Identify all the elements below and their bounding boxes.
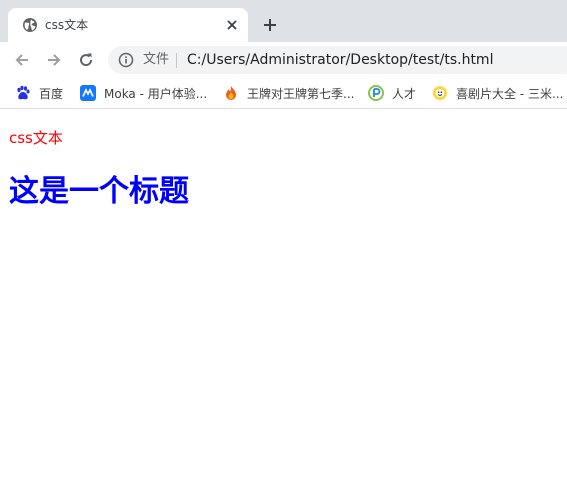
address-bar[interactable]: 文件 C:/Users/Administrator/Desktop/test/t… xyxy=(108,46,567,74)
page-viewport: css文本 这是一个标题 xyxy=(0,109,567,486)
tab-strip: css文本 xyxy=(0,0,567,42)
page-heading: 这是一个标题 xyxy=(9,174,189,209)
bookmark-baidu[interactable]: 百度 xyxy=(15,84,63,102)
url-text[interactable]: C:/Users/Administrator/Desktop/test/ts.h… xyxy=(187,52,493,68)
browser-tab[interactable]: css文本 xyxy=(8,8,248,42)
back-arrow-icon[interactable] xyxy=(13,51,31,69)
info-icon[interactable] xyxy=(118,52,134,68)
bookmark-comedy[interactable]: 喜剧片大全 - 三米... xyxy=(432,84,563,102)
globe-icon xyxy=(23,18,37,32)
file-scheme-label: 文件 xyxy=(143,52,170,67)
new-tab-plus-icon[interactable] xyxy=(262,17,278,33)
bookmark-wangpai[interactable]: 王牌对王牌第七季... xyxy=(223,84,354,102)
bookmark-label: 王牌对王牌第七季... xyxy=(247,86,355,101)
url-separator xyxy=(176,53,177,68)
bookmark-rencai[interactable]: 人才 xyxy=(368,84,416,102)
bookmark-label: 人才 xyxy=(392,86,417,101)
smiley-icon xyxy=(433,86,447,100)
bookmark-moka[interactable]: Moka - 用户体验... xyxy=(80,84,207,102)
bookmark-label: Moka - 用户体验... xyxy=(104,86,208,101)
baidu-paw-icon xyxy=(17,85,30,100)
reload-icon[interactable] xyxy=(77,51,95,69)
forward-arrow-icon[interactable] xyxy=(45,51,63,69)
tab-title: css文本 xyxy=(45,18,89,32)
bookmarks-bar: 百度 Moka - 用户体验... 王牌对王牌第七季... 人才 喜剧片大全 -… xyxy=(0,78,567,109)
moka-icon xyxy=(80,85,96,101)
close-icon[interactable] xyxy=(224,17,240,33)
css-text-paragraph: css文本 xyxy=(9,129,63,147)
rencai-icon xyxy=(368,85,384,101)
flame-icon xyxy=(226,86,236,100)
bookmark-label: 喜剧片大全 - 三米... xyxy=(456,86,564,101)
bookmark-label: 百度 xyxy=(39,86,64,101)
browser-toolbar: 文件 C:/Users/Administrator/Desktop/test/t… xyxy=(0,42,567,78)
